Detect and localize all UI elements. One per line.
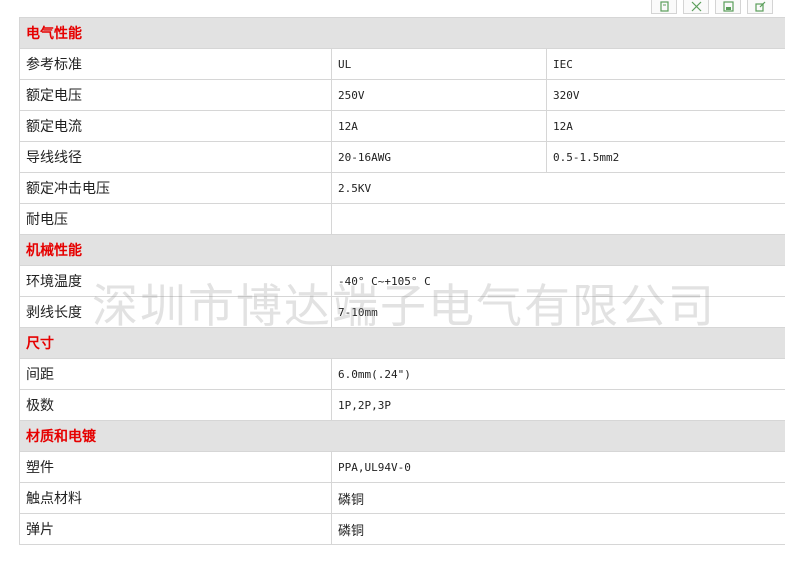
row-label: 导线线径 — [19, 141, 332, 173]
row-label: 额定电压 — [19, 79, 332, 111]
row-label: 极数 — [19, 389, 332, 421]
export-icon — [755, 1, 766, 12]
row-value: 0.5-1.5mm2 — [546, 141, 785, 173]
section-title: 机械性能 — [19, 234, 785, 266]
row-value: 2.5KV — [331, 172, 785, 204]
table-row: 额定电压 250V 320V — [19, 79, 785, 111]
row-value: PPA,UL94V-0 — [331, 451, 785, 483]
row-value: 6.0mm(.24") — [331, 358, 785, 390]
table-row: 间距 6.0mm(.24") — [19, 358, 785, 390]
table-row: 耐电压 — [19, 203, 785, 235]
row-value: 12A — [546, 110, 785, 142]
row-label: 间距 — [19, 358, 332, 390]
row-value: 320V — [546, 79, 785, 111]
row-label: 耐电压 — [19, 203, 332, 235]
row-label: 触点材料 — [19, 482, 332, 514]
row-value: 1P,2P,3P — [331, 389, 785, 421]
copy-button[interactable] — [651, 0, 677, 14]
expand-icon — [691, 1, 702, 12]
copy-icon — [660, 1, 669, 12]
row-label: 塑件 — [19, 451, 332, 483]
table-row: 额定冲击电压 2.5KV — [19, 172, 785, 204]
row-value: 20-16AWG — [331, 141, 547, 173]
table-row: 导线线径 20-16AWG 0.5-1.5mm2 — [19, 141, 785, 173]
section-header-materials: 材质和电镀 — [19, 420, 785, 452]
row-label: 额定冲击电压 — [19, 172, 332, 204]
row-value — [331, 203, 785, 235]
table-row: 极数 1P,2P,3P — [19, 389, 785, 421]
row-label: 参考标准 — [19, 48, 332, 80]
row-label: 环境温度 — [19, 265, 332, 297]
row-label: 额定电流 — [19, 110, 332, 142]
row-value: 12A — [331, 110, 547, 142]
row-label: 剥线长度 — [19, 296, 332, 328]
row-value: 7-10mm — [331, 296, 785, 328]
table-row: 弹片 磷铜 — [19, 513, 785, 545]
section-title: 尺寸 — [19, 327, 785, 359]
row-value: -40° C~+105° C — [331, 265, 785, 297]
export-button[interactable] — [747, 0, 773, 14]
row-value: IEC — [546, 48, 785, 80]
table-row: 塑件 PPA,UL94V-0 — [19, 451, 785, 483]
section-header-electrical: 电气性能 — [19, 17, 785, 49]
save-icon — [723, 1, 734, 12]
section-title: 材质和电镀 — [19, 420, 785, 452]
table-row: 环境温度 -40° C~+105° C — [19, 265, 785, 297]
row-value: 磷铜 — [331, 482, 785, 514]
row-value: 250V — [331, 79, 547, 111]
expand-button[interactable] — [683, 0, 709, 14]
toolbar — [651, 0, 773, 14]
row-label: 弹片 — [19, 513, 332, 545]
save-button[interactable] — [715, 0, 741, 14]
table-row: 触点材料 磷铜 — [19, 482, 785, 514]
section-header-mechanical: 机械性能 — [19, 234, 785, 266]
table-row: 额定电流 12A 12A — [19, 110, 785, 142]
row-value: UL — [331, 48, 547, 80]
spec-table: 电气性能 参考标准 UL IEC 额定电压 250V 320V 额定电流 12A… — [19, 17, 785, 545]
row-value: 磷铜 — [331, 513, 785, 545]
table-row: 参考标准 UL IEC — [19, 48, 785, 80]
table-row: 剥线长度 7-10mm — [19, 296, 785, 328]
section-header-dimensions: 尺寸 — [19, 327, 785, 359]
section-title: 电气性能 — [19, 17, 785, 49]
